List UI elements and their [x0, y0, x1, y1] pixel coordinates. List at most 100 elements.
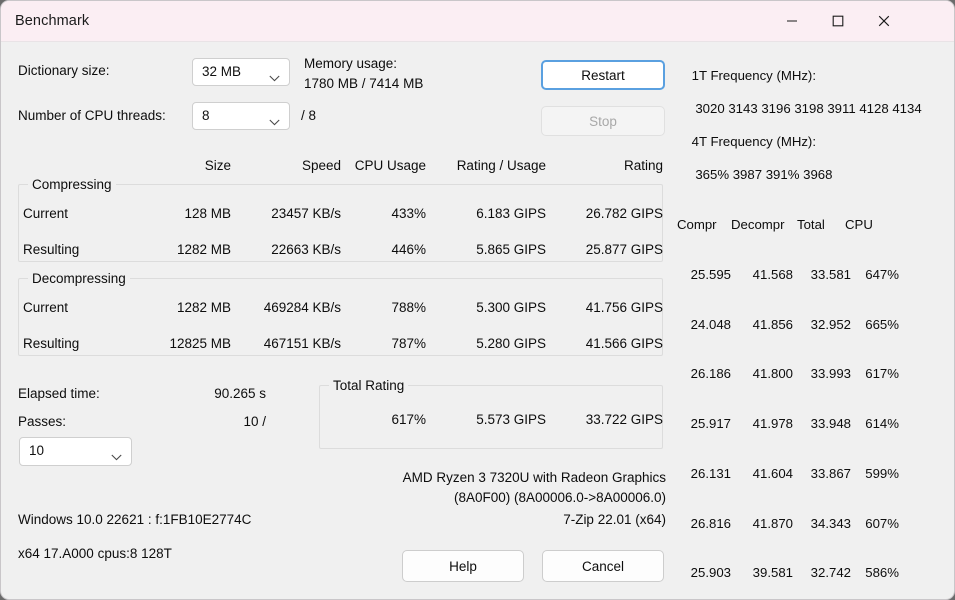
cpu-ids: (8A0F00) (8A00006.0->8A00006.0): [301, 490, 666, 505]
log-cpu: 586%: [851, 565, 899, 582]
compressing-current-rating-usage: 6.183 GIPS: [426, 206, 546, 221]
passes-value: 10 /: [151, 414, 266, 429]
header-cpu-usage: CPU Usage: [341, 158, 426, 173]
maximize-icon: [832, 15, 844, 27]
decompressing-resulting-rating-usage: 5.280 GIPS: [426, 336, 546, 351]
freq-4t-label: 4T Frequency (MHz):: [692, 134, 816, 149]
log-compr: 25.903: [677, 565, 731, 582]
log-total: 34.343: [793, 516, 851, 533]
log-total: 32.952: [793, 317, 851, 334]
log-compr: 26.131: [677, 466, 731, 483]
log-header-decompr: Decompr: [731, 217, 797, 234]
stop-button[interactable]: Stop: [541, 106, 665, 136]
log-cpu: 614%: [851, 416, 899, 433]
benchmark-log-panel: 1T Frequency (MHz): 3020 3143 3196 3198 …: [677, 51, 952, 600]
log-decompr: 41.870: [731, 516, 793, 533]
log-total: 33.948: [793, 416, 851, 433]
dictionary-size-label: Dictionary size:: [18, 63, 110, 78]
dictionary-size-value: 32 MB: [202, 64, 241, 79]
os-info: Windows 10.0 22621 : f:1FB10E2774C: [18, 512, 251, 527]
decompressing-current-speed: 469284 KB/s: [231, 300, 341, 315]
help-button[interactable]: Help: [402, 550, 524, 582]
cpu-name: AMD Ryzen 3 7320U with Radeon Graphics: [301, 470, 666, 485]
log-header-cpu: CPU: [845, 217, 885, 234]
minimize-button[interactable]: [769, 1, 815, 41]
compressing-resulting-cpu-usage: 446%: [341, 242, 426, 257]
total-rating-usage: 5.573 GIPS: [426, 412, 546, 427]
cpu-threads-total: / 8: [301, 108, 316, 123]
maximize-button[interactable]: [815, 1, 861, 41]
close-icon: [878, 15, 890, 27]
compressing-resulting-speed: 22663 KB/s: [231, 242, 341, 257]
compressing-resulting-rating-usage: 5.865 GIPS: [426, 242, 546, 257]
decompressing-title: Decompressing: [28, 271, 130, 286]
log-row: 25.90339.58132.742586%: [677, 565, 952, 582]
dictionary-size-select[interactable]: 32 MB: [192, 58, 290, 86]
log-row: 26.18641.80033.993617%: [677, 366, 952, 383]
header-speed: Speed: [231, 158, 341, 173]
decompressing-resulting-rating: 41.566 GIPS: [546, 336, 663, 351]
decompressing-resulting-cpu-usage: 787%: [341, 336, 426, 351]
log-cpu: 607%: [851, 516, 899, 533]
memory-usage-value: 1780 MB / 7414 MB: [304, 76, 423, 91]
log-compr: 25.917: [677, 416, 731, 433]
memory-usage-label: Memory usage:: [304, 56, 397, 71]
close-button[interactable]: [861, 1, 907, 41]
total-rating-title: Total Rating: [329, 378, 408, 393]
window-title: Benchmark: [15, 13, 89, 29]
log-total: 32.742: [793, 565, 851, 582]
log-cpu: 647%: [851, 267, 899, 284]
log-header-row: ComprDecomprTotalCPU: [677, 217, 952, 234]
compressing-current-cpu-usage: 433%: [341, 206, 426, 221]
compressing-resulting-rating: 25.877 GIPS: [546, 242, 663, 257]
title-bar: Benchmark: [1, 1, 954, 42]
build-info: x64 17.A000 cpus:8 128T: [18, 546, 172, 561]
cpu-threads-value: 8: [202, 108, 210, 123]
log-compr: 26.186: [677, 366, 731, 383]
log-compr: 25.595: [677, 267, 731, 284]
log-cpu: 665%: [851, 317, 899, 334]
freq-1t-label: 1T Frequency (MHz):: [692, 68, 816, 83]
decompressing-resulting-speed: 467151 KB/s: [231, 336, 341, 351]
passes-select[interactable]: 10: [19, 437, 132, 466]
compressing-current-rating: 26.782 GIPS: [546, 206, 663, 221]
elapsed-time-value: 90.265 s: [151, 386, 266, 401]
elapsed-time-label: Elapsed time:: [18, 386, 100, 401]
log-header-total: Total: [797, 217, 845, 234]
log-compr: 26.816: [677, 516, 731, 533]
header-size: Size: [121, 158, 231, 173]
chevron-down-icon: [269, 113, 280, 131]
compressing-current-speed: 23457 KB/s: [231, 206, 341, 221]
log-cpu: 617%: [851, 366, 899, 383]
log-row: 26.81641.87034.343607%: [677, 516, 952, 533]
compressing-resulting-size: 1282 MB: [121, 242, 231, 257]
decompressing-current-cpu-usage: 788%: [341, 300, 426, 315]
restart-button[interactable]: Restart: [541, 60, 665, 90]
log-compr: 24.048: [677, 317, 731, 334]
cpu-threads-select[interactable]: 8: [192, 102, 290, 130]
log-decompr: 41.604: [731, 466, 793, 483]
decompressing-current-rating-usage: 5.300 GIPS: [426, 300, 546, 315]
header-rating-usage: Rating / Usage: [426, 158, 546, 173]
log-decompr: 41.978: [731, 416, 793, 433]
total-cpu-usage: 617%: [341, 412, 426, 427]
log-row: 25.59541.56833.581647%: [677, 267, 952, 284]
decompressing-resulting-size: 12825 MB: [121, 336, 231, 351]
header-rating: Rating: [546, 158, 663, 173]
chevron-down-icon: [111, 448, 122, 466]
decompressing-current-size: 1282 MB: [121, 300, 231, 315]
log-total: 33.993: [793, 366, 851, 383]
app-version: 7-Zip 22.01 (x64): [421, 512, 666, 527]
freq-4t-values: 365% 3987 391% 3968: [692, 167, 833, 182]
compressing-current-size: 128 MB: [121, 206, 231, 221]
log-row: 25.91741.97833.948614%: [677, 416, 952, 433]
log-row: 24.04841.85632.952665%: [677, 317, 952, 334]
compressing-title: Compressing: [28, 177, 116, 192]
passes-select-value: 10: [29, 443, 44, 458]
decompressing-current-rating: 41.756 GIPS: [546, 300, 663, 315]
cancel-button[interactable]: Cancel: [542, 550, 664, 582]
total-rating-value: 33.722 GIPS: [546, 412, 663, 427]
log-total: 33.581: [793, 267, 851, 284]
cpu-threads-label: Number of CPU threads:: [18, 108, 166, 123]
log-decompr: 39.581: [731, 565, 793, 582]
